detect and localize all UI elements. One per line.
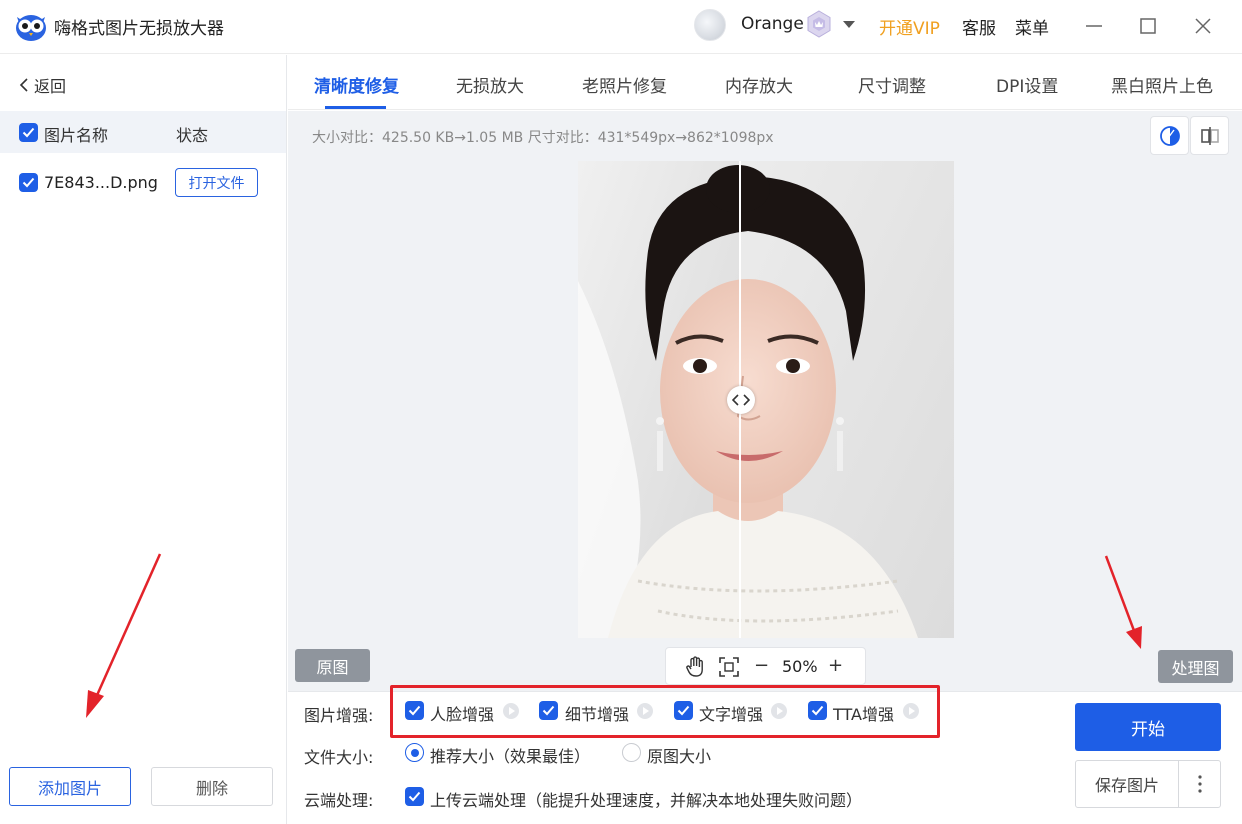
cloud-upload-label: 上传云端处理（能提升处理速度，并解决本地处理失败问题）	[430, 791, 863, 810]
close-icon	[1195, 18, 1211, 34]
open-file-button[interactable]: 打开文件	[175, 168, 258, 197]
detail-enhance-checkbox[interactable]	[539, 701, 558, 720]
play-demo-icon[interactable]	[771, 703, 787, 719]
split-view-button[interactable]	[1190, 116, 1229, 155]
feature-tabs: 清晰度修复 无损放大 老照片修复 内存放大 尺寸调整 DPI设置 黑白照片上色	[288, 55, 1242, 110]
customer-service-link[interactable]: 客服	[962, 14, 996, 39]
zoom-in-button[interactable]: +	[828, 655, 843, 676]
cloud-upload-checkbox[interactable]	[405, 787, 424, 806]
title-bar: 嗨格式图片无损放大器 Orange 开通VIP 客服 菜单	[0, 0, 1242, 54]
tta-enhance-checkbox[interactable]	[808, 701, 827, 720]
open-vip-link[interactable]: 开通VIP	[879, 14, 940, 39]
back-button[interactable]: 返回	[18, 73, 66, 97]
original-size-label: 原图大小	[647, 747, 712, 766]
column-header-status: 状态	[176, 126, 209, 145]
tab-resize[interactable]: 尺寸调整	[858, 72, 926, 97]
check-icon	[811, 705, 824, 716]
annotation-arrow-icon	[1104, 555, 1142, 649]
file-row: 7E843...D.png 打开文件	[0, 165, 286, 201]
save-image-button[interactable]: 保存图片	[1075, 760, 1179, 808]
cloud-processing-label: 云端处理:	[304, 791, 374, 810]
active-tab-indicator	[325, 106, 386, 109]
annotation-arrow-icon	[86, 553, 162, 718]
zoom-toolbar: − 50% +	[665, 647, 866, 685]
detail-enhance-label: 细节增强	[565, 705, 630, 724]
play-demo-icon[interactable]	[903, 703, 919, 719]
portrait-photo	[578, 161, 954, 638]
text-enhance-label: 文字增强	[699, 705, 764, 724]
maximize-icon	[1140, 18, 1156, 34]
text-enhance-checkbox[interactable]	[674, 701, 693, 720]
column-header-name: 图片名称	[44, 126, 109, 145]
original-size-radio[interactable]	[622, 743, 641, 762]
more-options-button[interactable]	[1178, 760, 1221, 808]
tab-dpi-settings[interactable]: DPI设置	[996, 72, 1058, 97]
owl-logo-icon	[16, 15, 46, 41]
add-image-button[interactable]: 添加图片	[9, 767, 131, 806]
tab-memory-upscale[interactable]: 内存放大	[725, 72, 793, 97]
more-vertical-icon	[1197, 775, 1202, 793]
drag-arrows-icon	[732, 394, 750, 406]
caret-down-icon[interactable]	[841, 16, 857, 32]
chevron-left-icon	[19, 78, 28, 92]
close-button[interactable]	[1187, 10, 1219, 42]
preview-image[interactable]	[578, 161, 954, 638]
tab-old-photo-repair[interactable]: 老照片修复	[582, 72, 667, 97]
menu-link[interactable]: 菜单	[1015, 14, 1049, 39]
zoom-level: 50%	[782, 657, 818, 676]
file-size-label: 文件大小:	[304, 748, 374, 767]
user-name[interactable]: Orange	[741, 14, 804, 34]
face-enhance-checkbox[interactable]	[405, 701, 424, 720]
file-checkbox[interactable]	[19, 173, 38, 192]
file-list-header: 图片名称 状态	[0, 111, 286, 153]
user-avatar[interactable]	[694, 9, 726, 41]
split-view-icon	[1200, 126, 1219, 145]
enhance-label: 图片增强:	[304, 706, 374, 725]
contrast-icon	[1159, 125, 1180, 146]
select-all-checkbox[interactable]	[19, 123, 38, 142]
vip-badge-icon	[807, 10, 831, 38]
minimize-button[interactable]	[1078, 10, 1110, 42]
recommended-size-label: 推荐大小（效果最佳）	[430, 747, 591, 766]
play-demo-icon[interactable]	[503, 703, 519, 719]
check-icon	[677, 705, 690, 716]
recommended-size-radio[interactable]	[405, 743, 424, 762]
delete-button[interactable]: 删除	[151, 767, 273, 806]
app-window: 嗨格式图片无损放大器 Orange 开通VIP 客服 菜单 返回 图片名称 状态…	[0, 0, 1242, 824]
original-image-tag: 原图	[295, 649, 370, 682]
play-demo-icon[interactable]	[637, 703, 653, 719]
check-icon	[408, 791, 421, 802]
zoom-out-button[interactable]: −	[754, 655, 769, 676]
file-name: 7E843...D.png	[44, 173, 158, 192]
compare-slider-handle[interactable]	[727, 386, 755, 414]
tab-lossless-upscale[interactable]: 无损放大	[456, 72, 524, 97]
tta-enhance-label: TTA增强	[833, 705, 894, 724]
hand-pan-icon[interactable]	[684, 656, 706, 678]
check-icon	[22, 177, 35, 188]
minimize-icon	[1086, 25, 1102, 27]
maximize-button[interactable]	[1132, 10, 1164, 42]
check-icon	[22, 127, 35, 138]
tab-colorize[interactable]: 黑白照片上色	[1111, 72, 1213, 97]
fit-screen-icon[interactable]	[718, 656, 740, 678]
compare-mode-button[interactable]	[1150, 116, 1189, 155]
face-enhance-label: 人脸增强	[430, 705, 495, 724]
start-button[interactable]: 开始	[1075, 703, 1221, 751]
app-title: 嗨格式图片无损放大器	[54, 19, 224, 39]
check-icon	[408, 705, 421, 716]
compare-info: 大小对比：425.50 KB→1.05 MB 尺寸对比：431*549px→86…	[312, 130, 774, 146]
check-icon	[542, 705, 555, 716]
back-label: 返回	[34, 77, 67, 96]
tab-clarity-repair[interactable]: 清晰度修复	[314, 72, 399, 97]
processed-image-tag: 处理图	[1158, 650, 1233, 683]
